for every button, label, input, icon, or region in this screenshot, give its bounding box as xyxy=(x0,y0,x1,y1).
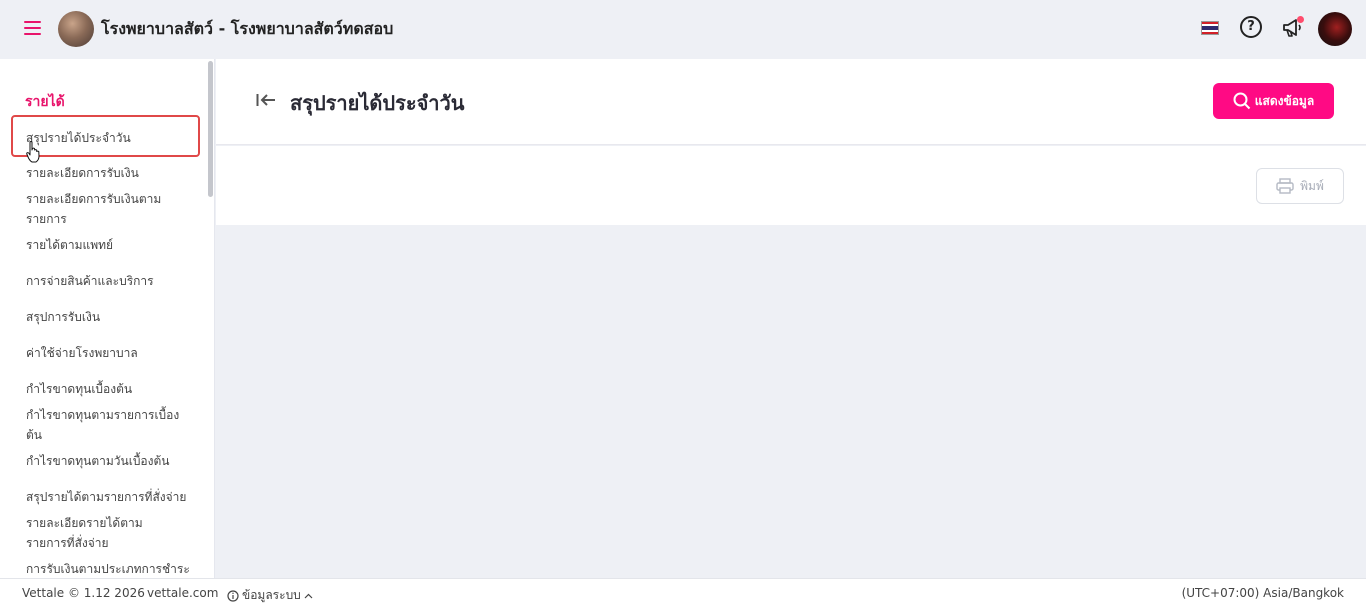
sidebar-item-income-by-doctor[interactable]: รายได้ตามแพทย์ xyxy=(26,235,196,255)
sidebar-item-payment-details[interactable]: รายละเอียดการรับเงิน xyxy=(26,163,196,183)
info-icon xyxy=(227,589,239,602)
system-info-toggle[interactable]: ข้อมูลระบบ xyxy=(227,586,313,605)
sidebar-item-profit-loss-by-day[interactable]: กำไรขาดทุนตามวันเบื้องต้น xyxy=(26,451,196,471)
sidebar-section-income: รายได้ xyxy=(25,94,65,110)
footer-timezone: (UTC+07:00) Asia/Bangkok xyxy=(1181,586,1344,600)
sidebar-item-basic-profit-loss[interactable]: กำไรขาดทุนเบื้องต้น xyxy=(26,379,196,399)
print-label: พิมพ์ xyxy=(1300,178,1324,193)
sidebar-item-income-details-by-ordered-item[interactable]: รายละเอียดรายได้ตามรายการที่สั่งจ่าย xyxy=(26,513,181,553)
chevron-up-icon xyxy=(304,593,313,598)
print-button[interactable]: พิมพ์ xyxy=(1256,168,1344,204)
collapse-sidebar-icon[interactable] xyxy=(256,92,276,108)
thai-flag-icon[interactable] xyxy=(1201,21,1219,35)
app-title: โรงพยาบาลสัตว์ - โรงพยาบาลสัตว์ทดสอบ xyxy=(101,19,394,38)
top-bar: โรงพยาบาลสัตว์ - โรงพยาบาลสัตว์ทดสอบ ? xyxy=(0,0,1366,59)
notification-dot xyxy=(1297,16,1304,23)
sidebar-item-payment-by-type[interactable]: การรับเงินตามประเภทการชำระ xyxy=(26,559,191,578)
sidebar: รายได้ สรุปรายได้ประจำวัน รายละเอียดการร… xyxy=(0,59,215,578)
help-icon[interactable]: ? xyxy=(1240,16,1262,38)
report-toolbar: พิมพ์ xyxy=(216,146,1366,225)
sidebar-scrollbar[interactable] xyxy=(208,61,213,197)
sidebar-item-payment-details-by-item[interactable]: รายละเอียดการรับเงินตามรายการ xyxy=(26,189,166,229)
menu-icon[interactable] xyxy=(24,21,41,35)
show-data-label: แสดงข้อมูล xyxy=(1254,93,1315,108)
system-info-label: ข้อมูลระบบ xyxy=(242,588,301,602)
user-avatar[interactable] xyxy=(1318,12,1352,46)
hospital-logo xyxy=(58,11,94,47)
page-header: สรุปรายได้ประจำวัน แสดงข้อมูล xyxy=(216,59,1366,145)
hand-cursor-icon xyxy=(26,141,40,163)
sidebar-item-product-service-dispense[interactable]: การจ่ายสินค้าและบริการ xyxy=(26,271,196,291)
show-data-button[interactable]: แสดงข้อมูล xyxy=(1213,83,1334,119)
footer-site-link[interactable]: vettale.com xyxy=(147,586,218,600)
printer-icon xyxy=(1276,178,1294,194)
sidebar-item-payment-summary[interactable]: สรุปการรับเงิน xyxy=(26,307,196,327)
sidebar-item-income-by-ordered-item[interactable]: สรุปรายได้ตามรายการที่สั่งจ่าย xyxy=(26,487,191,507)
sidebar-item-profit-loss-by-item[interactable]: กำไรขาดทุนตามรายการเบื้องต้น xyxy=(26,405,181,445)
footer-version: Vettale © 1.12 2026 xyxy=(22,586,145,600)
page-title: สรุปรายได้ประจำวัน xyxy=(290,91,465,115)
footer: Vettale © 1.12 2026 vettale.com ข้อมูลระ… xyxy=(0,578,1366,607)
sidebar-item-hospital-expenses[interactable]: ค่าใช้จ่ายโรงพยาบาล xyxy=(26,343,196,363)
search-icon xyxy=(1233,92,1251,110)
